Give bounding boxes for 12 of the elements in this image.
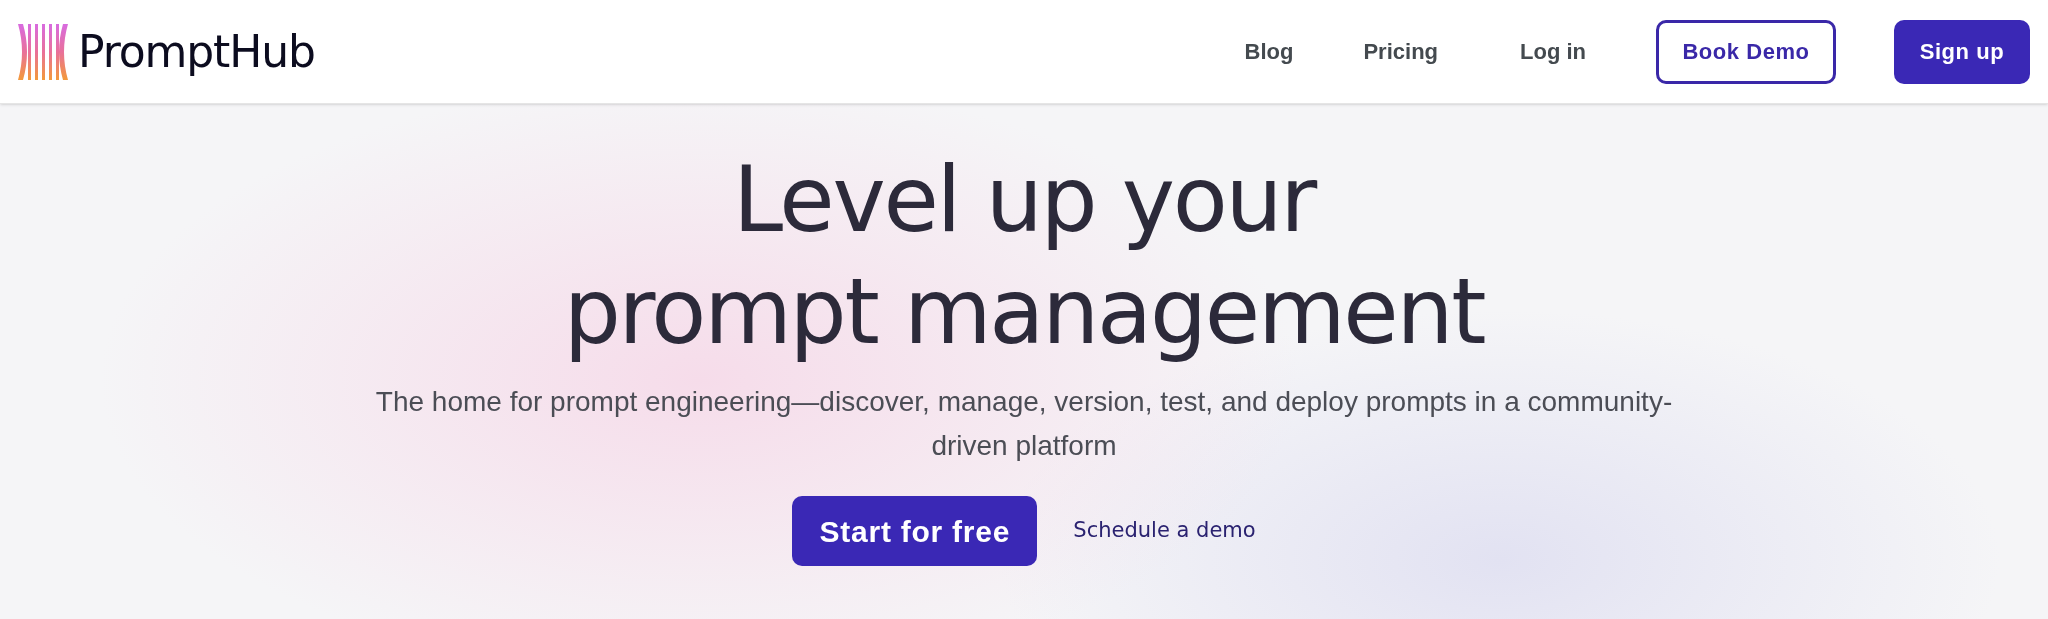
nav-button[interactable]: Sign up bbox=[1894, 19, 2030, 84]
headline: Level up your bbox=[732, 146, 1316, 254]
start-button[interactable]: Start for free bbox=[792, 496, 1038, 566]
logo-icon bbox=[18, 23, 68, 80]
subtitle: The home for prompt engineering—discover, manage, version, test, and deploy prompts in a community-driven platform bbox=[374, 385, 1674, 463]
nav-link[interactable]: Pricing bbox=[1363, 35, 1438, 68]
nav-link[interactable]: Blog bbox=[1244, 35, 1294, 68]
nav-link[interactable]: Log in bbox=[1520, 35, 1586, 68]
headline: prompt management bbox=[563, 258, 1485, 366]
schedule-demo-link[interactable]: Schedule a demo bbox=[1073, 515, 1256, 547]
logo-text: PromptHub bbox=[78, 24, 315, 79]
nav-button[interactable]: Book Demo bbox=[1656, 19, 1836, 84]
